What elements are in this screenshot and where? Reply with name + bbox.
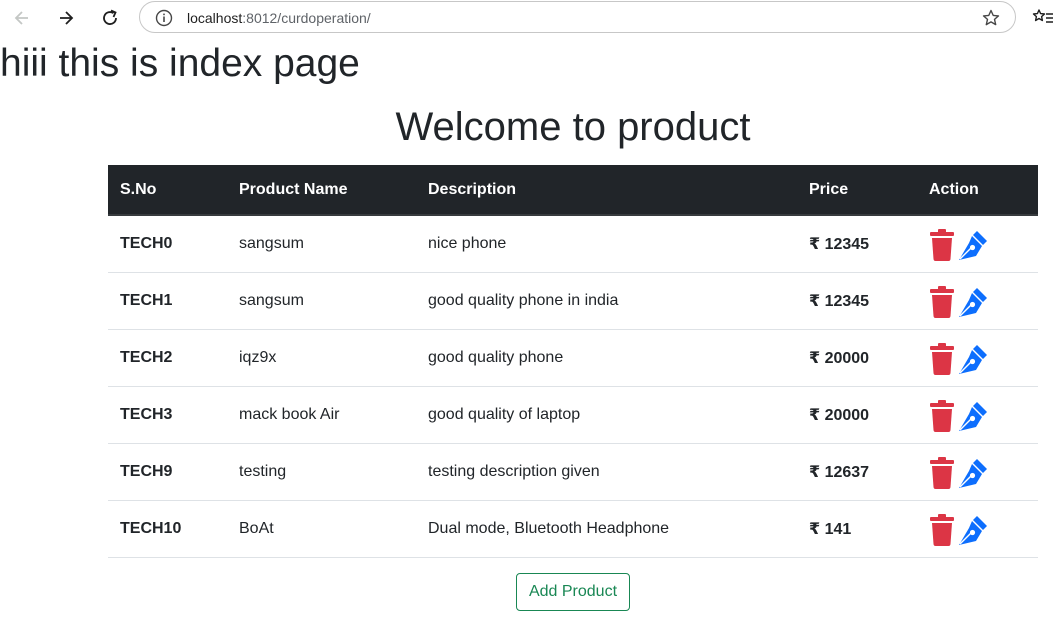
star-icon[interactable] bbox=[981, 8, 1001, 28]
browser-toolbar: localhost:8012/curdoperation/ bbox=[0, 0, 1061, 36]
pen-edit-icon[interactable] bbox=[957, 514, 989, 546]
info-icon[interactable] bbox=[154, 8, 174, 28]
pen-edit-icon[interactable] bbox=[957, 400, 989, 432]
table-row: TECH9 testing testing description given ₹ 1… bbox=[108, 443, 1038, 501]
add-product-button[interactable]: Add Product bbox=[516, 573, 630, 611]
index-heading: hiii this is index page bbox=[0, 42, 360, 85]
cell-sno: TECH1 bbox=[108, 272, 227, 330]
cell-action bbox=[917, 215, 1038, 273]
cell-product-name: iqz9x bbox=[227, 329, 416, 387]
row-actions bbox=[929, 228, 1026, 261]
cell-description: good quality of laptop bbox=[416, 386, 797, 444]
table-body: TECH0 sangsum nice phone ₹ 12345 TECH1 sangsu… bbox=[108, 215, 1038, 558]
cell-price: ₹ 20000 bbox=[797, 386, 917, 444]
table-header-row: S.No Product Name Description Price Acti… bbox=[108, 165, 1038, 216]
table-row: TECH10 BoAt Dual mode, Bluetooth Headphone… bbox=[108, 500, 1038, 558]
cell-description: Dual mode, Bluetooth Headphone bbox=[416, 500, 797, 558]
row-actions bbox=[929, 456, 1026, 489]
trash-icon[interactable] bbox=[929, 456, 955, 489]
cell-price: ₹ 12637 bbox=[797, 443, 917, 501]
cell-sno: TECH9 bbox=[108, 443, 227, 501]
trash-icon[interactable] bbox=[929, 285, 955, 318]
pen-edit-icon[interactable] bbox=[957, 286, 989, 318]
cell-sno: TECH3 bbox=[108, 386, 227, 444]
cell-product-name: sangsum bbox=[227, 215, 416, 273]
pen-edit-icon[interactable] bbox=[957, 457, 989, 489]
cell-price: ₹ 20000 bbox=[797, 329, 917, 387]
cell-action bbox=[917, 500, 1038, 558]
url-text: localhost:8012/curdoperation/ bbox=[187, 10, 371, 26]
cell-sno: TECH2 bbox=[108, 329, 227, 387]
cell-description: good quality phone in india bbox=[416, 272, 797, 330]
cell-product-name: BoAt bbox=[227, 500, 416, 558]
cell-action bbox=[917, 272, 1038, 330]
cell-action bbox=[917, 386, 1038, 444]
cell-price: ₹ 12345 bbox=[797, 272, 917, 330]
row-actions bbox=[929, 513, 1026, 546]
row-actions bbox=[929, 342, 1026, 375]
cell-description: nice phone bbox=[416, 215, 797, 273]
header-sno: S.No bbox=[108, 165, 227, 216]
row-actions bbox=[929, 285, 1026, 318]
pen-edit-icon[interactable] bbox=[957, 229, 989, 261]
table-row: TECH3 mack book Air good quality of laptop… bbox=[108, 386, 1038, 444]
product-table: S.No Product Name Description Price Acti… bbox=[108, 165, 1038, 558]
table-row: TECH1 sangsum good quality phone in india ₹… bbox=[108, 272, 1038, 330]
back-arrow-icon bbox=[14, 11, 28, 25]
header-product-name: Product Name bbox=[227, 165, 416, 216]
cell-product-name: testing bbox=[227, 443, 416, 501]
table-header: S.No Product Name Description Price Acti… bbox=[108, 165, 1038, 216]
trash-icon[interactable] bbox=[929, 399, 955, 432]
header-action: Action bbox=[917, 165, 1038, 216]
reload-button[interactable] bbox=[95, 3, 125, 33]
forward-arrow-icon bbox=[60, 11, 74, 25]
trash-icon[interactable] bbox=[929, 228, 955, 261]
address-bar[interactable]: localhost:8012/curdoperation/ bbox=[139, 1, 1016, 33]
cell-price: ₹ 12345 bbox=[797, 215, 917, 273]
header-price: Price bbox=[797, 165, 917, 216]
cell-price: ₹ 141 bbox=[797, 500, 917, 558]
cell-product-name: mack book Air bbox=[227, 386, 416, 444]
trash-icon[interactable] bbox=[929, 513, 955, 546]
row-actions bbox=[929, 399, 1026, 432]
cell-sno: TECH10 bbox=[108, 500, 227, 558]
cell-action bbox=[917, 329, 1038, 387]
forward-button[interactable] bbox=[51, 3, 81, 33]
bookmarks-list-icon[interactable] bbox=[1032, 8, 1054, 28]
cell-action bbox=[917, 443, 1038, 501]
table-row: TECH2 iqz9x good quality phone ₹ 20000 bbox=[108, 329, 1038, 387]
cell-description: testing description given bbox=[416, 443, 797, 501]
table-row: TECH0 sangsum nice phone ₹ 12345 bbox=[108, 215, 1038, 273]
page-title: Welcome to product bbox=[395, 105, 751, 149]
back-button[interactable] bbox=[7, 3, 37, 33]
cell-description: good quality phone bbox=[416, 329, 797, 387]
header-description: Description bbox=[416, 165, 797, 216]
cell-sno: TECH0 bbox=[108, 215, 227, 273]
url-host: localhost bbox=[187, 10, 243, 26]
pen-edit-icon[interactable] bbox=[957, 343, 989, 375]
url-path: :8012/curdoperation/ bbox=[242, 10, 371, 26]
trash-icon[interactable] bbox=[929, 342, 955, 375]
cell-product-name: sangsum bbox=[227, 272, 416, 330]
reload-icon bbox=[103, 9, 117, 25]
